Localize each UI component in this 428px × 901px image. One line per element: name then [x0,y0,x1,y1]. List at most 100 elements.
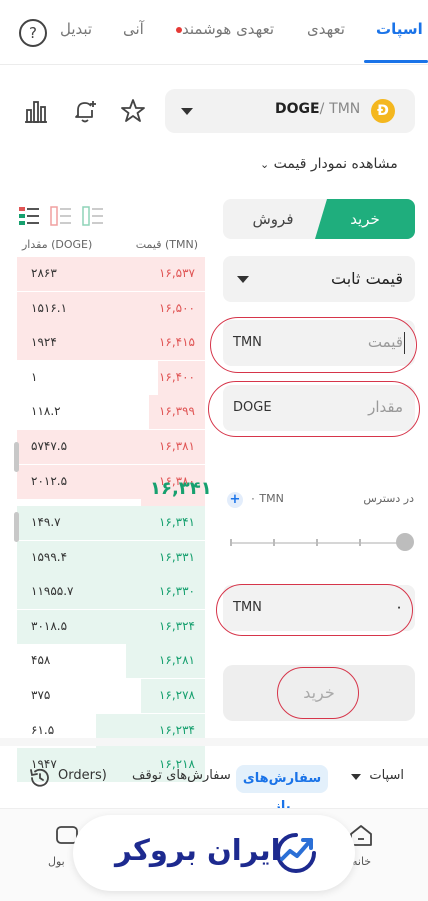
iranbroker-logo-text: ایران بروکر [115,833,281,867]
buy-price: ۱۶,۳۳۱ [158,549,195,564]
help-icon[interactable]: ? [19,19,47,47]
available-unit: TMN [259,492,284,505]
slider-tick [359,539,361,546]
buy-amount: ۱۵۹۹.۴ [31,549,68,564]
available-value: ۰ [250,492,256,505]
buy-amount: ۱۱۹۵۵.۷ [31,584,74,599]
buy-order-row[interactable]: ۱۶,۳۲۴ ۳۰۱۸.۵ [17,609,205,645]
star-icon[interactable] [120,98,146,124]
pair-quote: TMN [329,101,361,117]
orderbook-price-header: قیمت (TMN) [135,238,198,251]
sell-price: ۱۶,۴۱۵ [158,335,195,350]
highlight-oval-price [210,317,417,373]
tab-smart-futures[interactable]: تعهدی هوشمند [170,20,274,38]
orderbook-last-price: ۱۶,۳۴۱ [150,478,212,499]
iranbroker-logo-badge: ایران بروکر [73,815,355,891]
nav-home-label[interactable]: خانه [352,855,371,868]
buy-amount: ۳۰۱۸.۵ [31,618,68,633]
buy-order-row[interactable]: ۱۶,۳۳۱ ۱۵۹۹.۴ [17,540,205,576]
pair-base: DOGE [275,101,320,117]
sell-amount: ۱ [31,369,38,384]
section-separator [0,738,428,746]
buy-sell-toggle: فروش خرید [223,199,415,239]
sell-price: ۱۶,۴۰۰ [158,369,195,384]
sell-order-row[interactable]: ۱۶,۳۹۹ ۱۱۸.۲ [17,394,205,430]
sell-order-row[interactable]: ۱۶,۴۰۰ ۱ [17,360,205,396]
highlight-oval-submit [277,667,359,719]
nav-wallet-label[interactable]: بول [48,855,65,868]
sell-amount: ۲۸۶۳ [31,266,57,280]
market-tabs: اسپات تعهدی تعهدی هوشمند آنی تبدیل ? [0,0,428,65]
pair-label: DOGE/ TMN [275,101,360,117]
slider-knob[interactable] [396,533,414,551]
tab-spot[interactable]: اسپات [376,20,423,38]
doge-coin-icon: Ð [371,99,395,123]
buy-amount: ۱۴۹.۷ [31,515,61,529]
tab-instant[interactable]: آنی [123,20,144,38]
asks-scrollbar[interactable] [14,442,19,472]
orderbook-buy-view-icon[interactable] [82,206,104,226]
buy-amount: ۳۷۵ [31,688,51,702]
buy-order-row[interactable]: ۱۶,۲۸۱ ۴۵۸ [17,643,205,679]
view-price-chart-link[interactable]: مشاهده نمودار قیمت ⌄ [260,156,398,172]
deposit-plus-icon[interactable]: + [227,492,243,508]
market-filter-label: اسپات [369,768,404,783]
sell-price: ۱۶,۵۳۷ [158,266,195,280]
order-type-select[interactable]: قیمت ثابت [223,256,415,302]
iranbroker-logo-mark-icon [276,833,316,873]
sell-tab[interactable]: فروش [223,199,323,239]
market-filter-dropdown[interactable]: اسپات [369,768,404,783]
buy-order-row[interactable]: ۱۶,۳۴۱ ۱۴۹.۷ [17,505,205,541]
buy-price: ۱۶,۳۴۱ [158,515,195,529]
slider-tick [273,539,275,546]
chevron-down-icon [237,276,249,283]
buy-amount: ۶۱.۵ [31,722,55,737]
sell-order-row[interactable]: ۱۶,۵۳۷ ۲۸۶۳ [17,256,205,292]
bids-scrollbar[interactable] [14,512,19,542]
history-icon[interactable] [28,766,52,790]
tab-open-orders[interactable]: سفارش‌های باز [236,765,328,814]
orderbook-both-view-icon[interactable] [18,206,40,226]
sell-amount: ۱۹۲۴ [31,335,57,350]
orders-bar: اسپات سفارش‌های توقف Orders) [0,746,428,808]
buy-tab[interactable]: خرید [315,199,415,239]
chevron-down-icon: ⌄ [260,158,270,171]
tab-convert[interactable]: تبدیل [60,20,92,38]
chevron-down-icon [351,774,361,780]
tab-orders-partial[interactable]: Orders) [58,768,107,783]
buy-price: ۱۶,۳۳۰ [158,584,195,599]
tab-smart-futures-label: تعهدی هوشمند [182,20,275,38]
buy-price: ۱۶,۳۲۴ [158,618,195,633]
slider-tick [316,539,318,546]
tab-stop-orders[interactable]: سفارش‌های توقف [132,768,231,783]
orderbook-amount-header: مقدار (DOGE) [22,238,93,251]
buy-price: ۱۶,۲۸۱ [158,653,195,668]
sell-price: ۱۶,۳۸۱ [158,439,195,453]
highlight-oval-total [216,584,413,636]
sell-price: ۱۶,۳۹۹ [158,404,195,419]
buy-order-row[interactable]: ۱۶,۲۷۸ ۳۷۵ [17,678,205,714]
bar-chart-icon[interactable] [23,98,49,124]
sell-amount: ۲۰۱۲.۵ [31,473,68,488]
sell-amount: ۱۱۸.۲ [31,404,61,419]
chart-link-label: مشاهده نمودار قیمت [273,156,398,172]
slider-tick [230,539,232,546]
orderbook-sell-view-icon[interactable] [50,206,72,226]
buy-amount: ۴۵۸ [31,653,51,668]
active-tab-underline [364,60,428,63]
sell-amount: ۵۷۴۷.۵ [31,439,68,453]
bell-add-icon[interactable] [72,98,98,124]
buy-price: ۱۶,۲۷۸ [158,688,195,702]
chevron-down-icon [181,108,193,115]
highlight-oval-amount [208,381,420,437]
tab-futures[interactable]: تعهدی [307,20,345,38]
pair-selector[interactable]: DOGE/ TMN Ð [165,89,415,133]
sell-order-row[interactable]: ۱۶,۵۰۰ ۱۵۱۶.۱ [17,291,205,327]
order-type-value: قیمت ثابت [330,269,403,288]
sell-order-row[interactable]: ۱۶,۳۸۱ ۵۷۴۷.۵ [17,429,205,465]
sell-price: ۱۶,۵۰۰ [158,300,195,315]
buy-order-row[interactable]: ۱۶,۳۳۰ ۱۱۹۵۵.۷ [17,574,205,610]
sell-order-row[interactable]: ۱۶,۴۱۵ ۱۹۲۴ [17,325,205,361]
pair-separator: / [319,101,325,117]
available-label: در دسترس [363,492,414,505]
